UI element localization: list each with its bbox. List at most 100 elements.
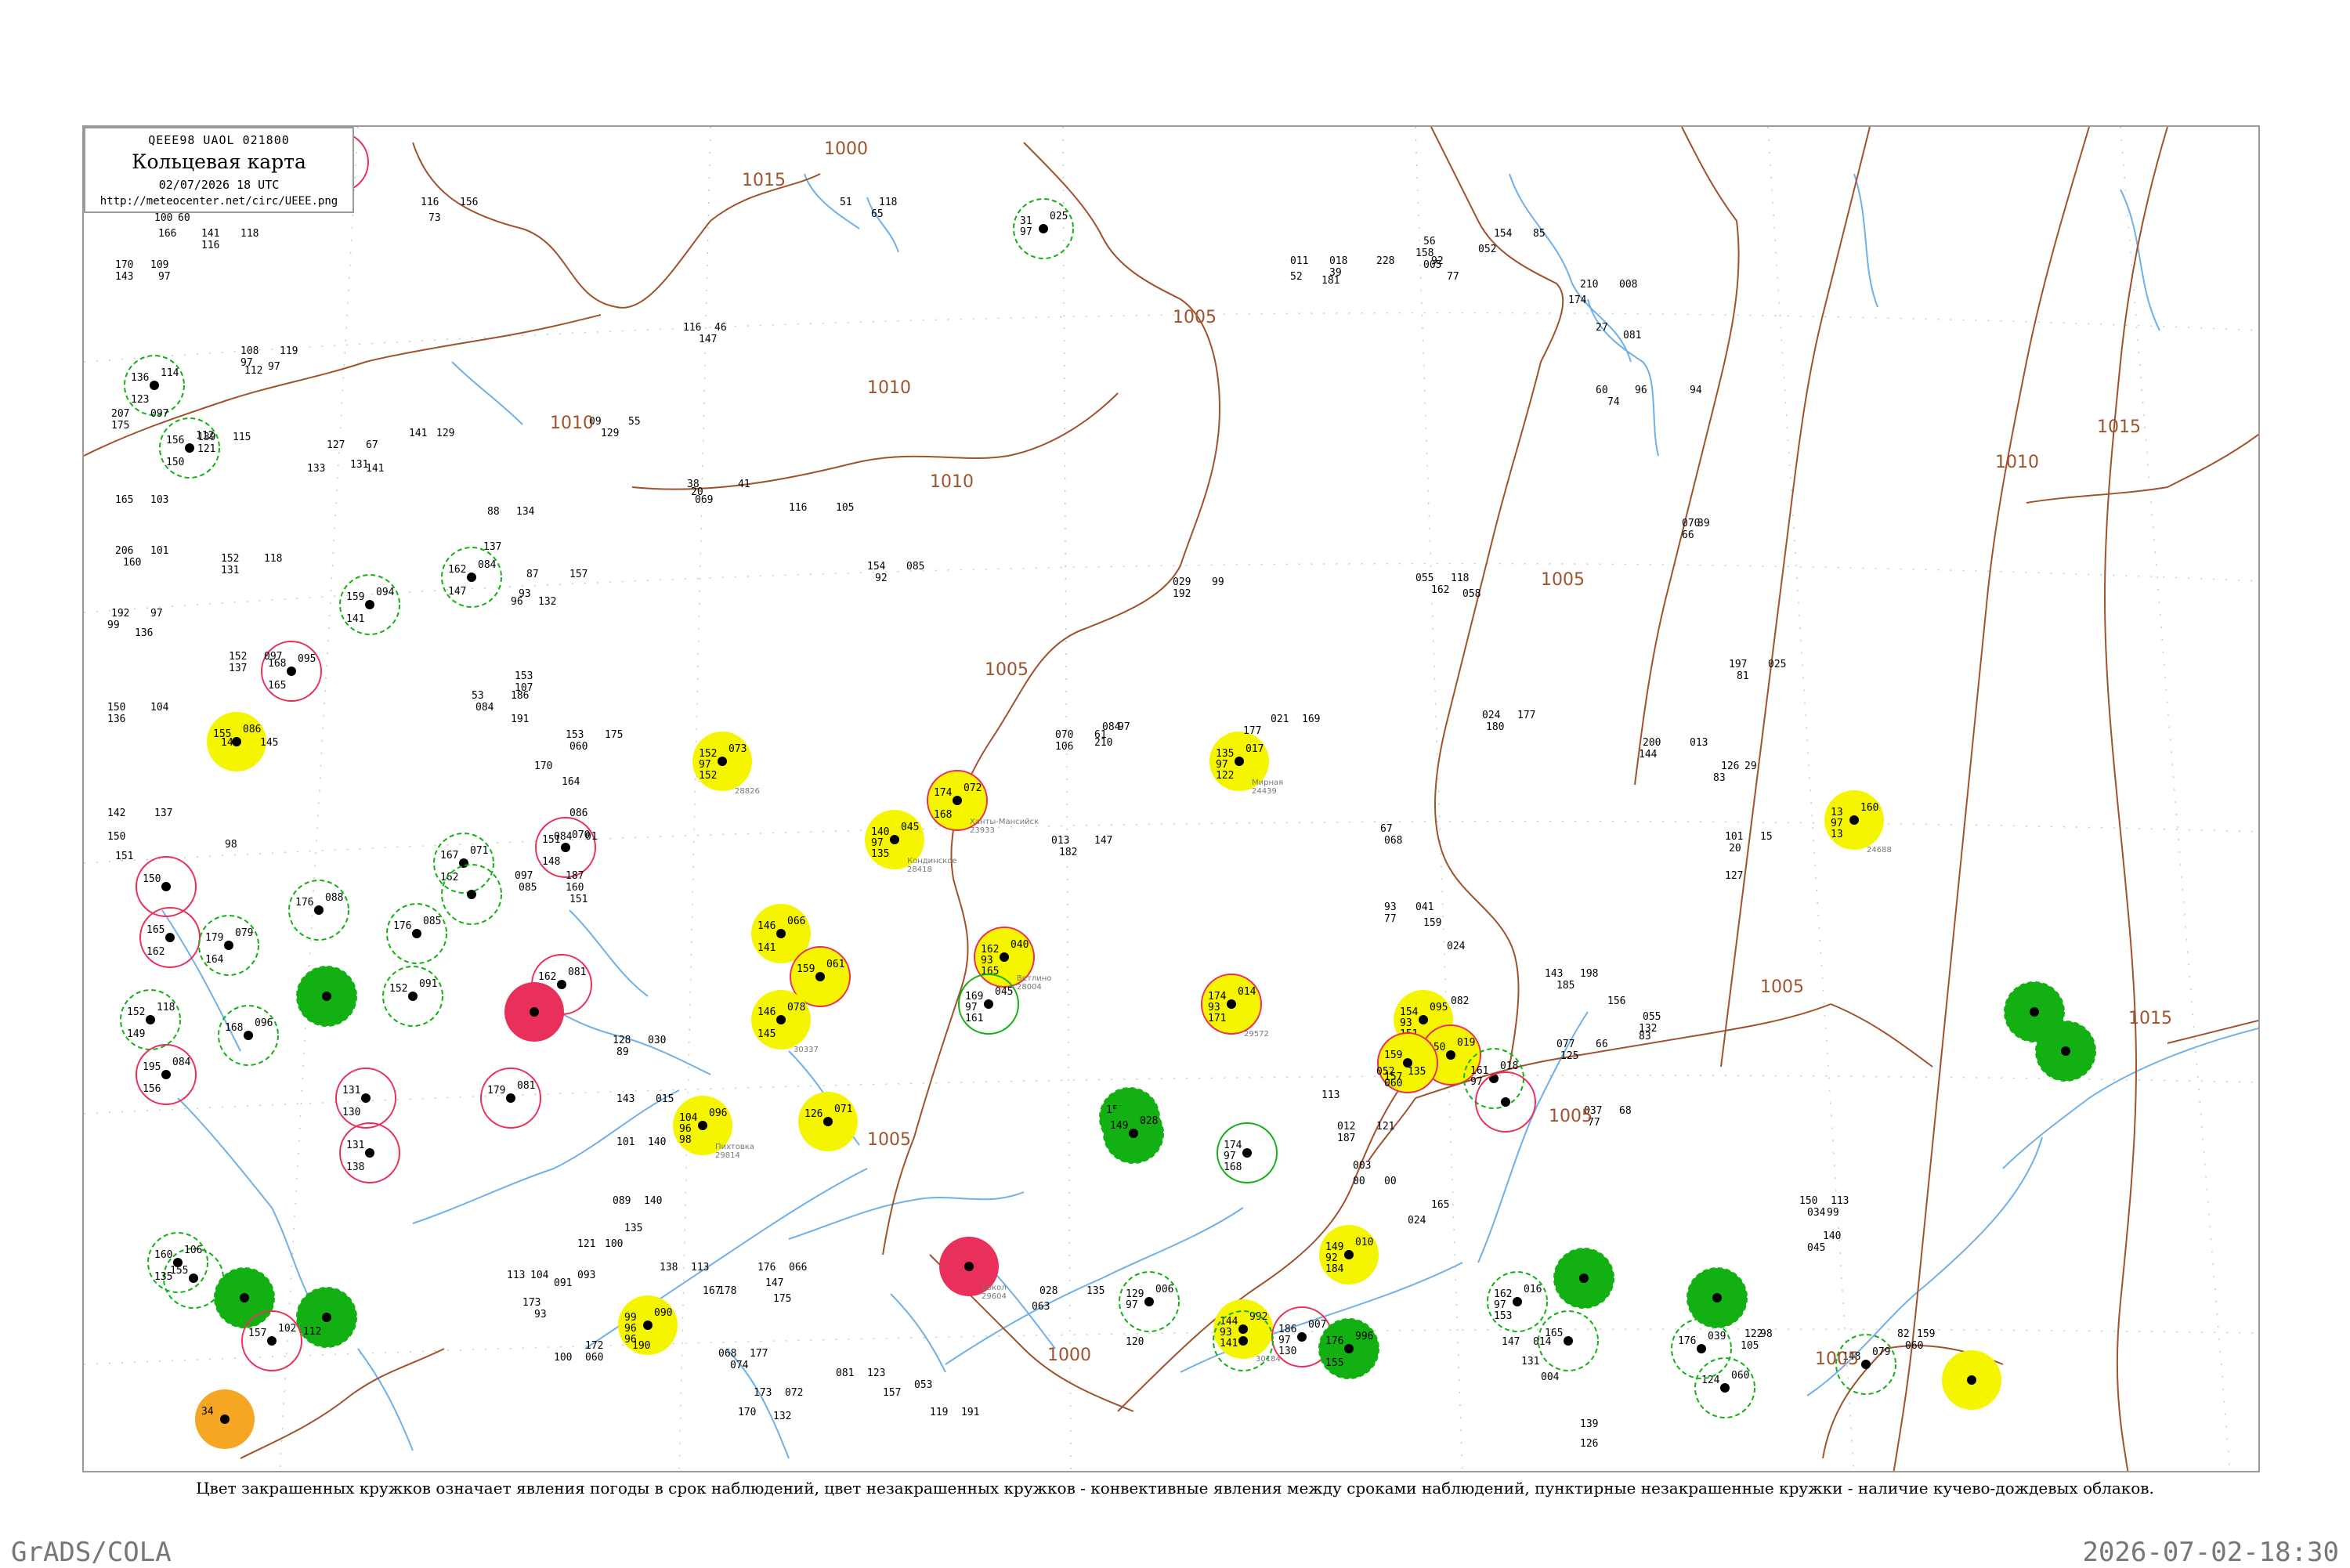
station-marker[interactable]: 13 160 9713 24688: [1824, 790, 1892, 854]
station-marker[interactable]: 144 9929314130184: [1213, 1299, 1281, 1364]
station-marker[interactable]: 131 130: [335, 1068, 396, 1129]
station-marker[interactable]: 17497168: [1217, 1122, 1278, 1183]
observation-value: 084: [554, 831, 573, 843]
observation-value: 228: [1376, 255, 1394, 267]
station-pressure: 084: [172, 1057, 191, 1068]
station-dot-icon: [408, 992, 418, 1001]
station-temperature: 13: [1831, 807, 1843, 818]
station-marker[interactable]: [2035, 1021, 2096, 1082]
station-dot-icon: [322, 992, 331, 1001]
observation-value: 98: [225, 839, 237, 851]
observation-value: 055: [1643, 1011, 1661, 1023]
station-marker[interactable]: 34: [195, 1389, 255, 1449]
map-source-url[interactable]: http://meteocenter.net/circ/UEEE.png: [85, 195, 352, 208]
station-marker[interactable]: 162 016 97153: [1487, 1271, 1548, 1332]
station-marker[interactable]: 174 072 168 Ханты-Мансийск23933: [927, 770, 1039, 835]
station-marker[interactable]: 179 079 164: [198, 915, 259, 976]
observation-value: 145: [260, 737, 278, 749]
station-marker[interactable]: [296, 966, 357, 1027]
observation-value: 96: [1635, 385, 1647, 396]
observation-value: 166: [158, 228, 176, 240]
station-dewpoint: 147: [448, 586, 466, 598]
observation-value: 013: [1051, 835, 1069, 847]
observation-value: 120: [1126, 1336, 1144, 1348]
station-marker[interactable]: 159 094 141: [339, 574, 400, 635]
station-marker[interactable]: 162 084 147: [441, 547, 502, 608]
station-marker[interactable]: 31 025 97: [1013, 198, 1074, 259]
observation-value: 77: [1384, 913, 1397, 925]
station-temperature: 156: [166, 435, 184, 446]
observation-value: 137: [154, 807, 172, 819]
observation-value: 177: [1243, 725, 1261, 737]
observation-value: 97: [158, 271, 171, 283]
observation-value: 063: [1032, 1301, 1050, 1313]
map-title-box: QEEE98 UAOL 021800 Кольцевая карта 02/07…: [84, 127, 354, 213]
station-marker[interactable]: [1553, 1248, 1614, 1309]
station-marker[interactable]: 152 118 149: [120, 989, 181, 1050]
station-marker[interactable]: 176 996 155: [1318, 1318, 1379, 1379]
station-marker[interactable]: 176 088: [288, 880, 349, 941]
station-temperature: 34: [201, 1406, 214, 1418]
station-dewpoint: 122: [1216, 770, 1234, 782]
observation-value: 139: [1580, 1418, 1598, 1430]
observation-value: 024: [1408, 1215, 1426, 1227]
observation-value: 92: [875, 573, 888, 584]
station-pressure: 114: [161, 367, 179, 379]
station-marker[interactable]: 129 006 97: [1119, 1271, 1180, 1332]
station-marker[interactable]: 131 138: [339, 1122, 400, 1183]
station-marker[interactable]: 157 102: [241, 1310, 302, 1371]
station-marker[interactable]: 104 096 9698 Пихтовка29814: [673, 1096, 754, 1160]
station-code: 23933: [970, 826, 995, 835]
station-temperature: 150: [143, 873, 161, 885]
station-dot-icon: [1344, 1344, 1354, 1353]
station-marker[interactable]: 126 071: [798, 1092, 858, 1151]
station-marker[interactable]: 162 04093165Ветлино28004: [974, 927, 1051, 992]
station-marker[interactable]: Сокол29604: [939, 1237, 1007, 1301]
station-marker[interactable]: 149 010 92184: [1319, 1225, 1379, 1284]
station-temperature: 169: [965, 991, 983, 1003]
observation-value: 150: [1799, 1195, 1817, 1207]
station-dot-icon: [1344, 1250, 1354, 1259]
station-dewpoint: 112: [303, 1326, 321, 1338]
station-marker[interactable]: 112: [296, 1287, 357, 1348]
station-dot-icon: [224, 941, 233, 950]
station-marker[interactable]: 135 017 97122 Мирная24439: [1209, 732, 1283, 796]
map-frame: 140 045 97 135 Кондинское 28418 174 072 168 Ханты…: [82, 125, 2260, 1472]
observation-value: 198: [1580, 968, 1598, 980]
observation-value: 003: [1353, 1160, 1371, 1172]
station-temperature: 161: [1470, 1065, 1488, 1077]
station-marker[interactable]: 179 081: [480, 1068, 541, 1129]
observation-value: 089: [613, 1195, 631, 1207]
station-pressure: 071: [834, 1104, 852, 1115]
station-marker[interactable]: 149 028: [1103, 1103, 1164, 1164]
station-marker[interactable]: [1475, 1071, 1536, 1133]
station-marker[interactable]: 160 106 135: [147, 1232, 208, 1293]
station-marker[interactable]: 152 091: [382, 966, 443, 1027]
station-marker[interactable]: [214, 1267, 275, 1328]
station-marker[interactable]: 151 070148: [535, 817, 596, 878]
station-pressure: 061: [826, 959, 844, 970]
station-marker[interactable]: 174 014 93171 29572: [1201, 974, 1269, 1039]
observation-value: 150: [107, 702, 125, 714]
station-marker[interactable]: 136 114 123: [124, 355, 185, 416]
station-visibility: 96: [624, 1323, 637, 1335]
station-marker[interactable]: 176 085: [386, 903, 447, 964]
observation-value: 172: [585, 1340, 603, 1352]
station-marker[interactable]: 168 096: [218, 1005, 279, 1066]
observation-value: 008: [1619, 279, 1637, 291]
station-marker[interactable]: 195 084 156: [136, 1044, 197, 1105]
station-marker[interactable]: 152 073 97152 28826: [692, 732, 760, 796]
observation-value: 101: [616, 1136, 634, 1148]
station-marker[interactable]: [504, 982, 564, 1042]
observation-value: 081: [1623, 330, 1641, 341]
observation-value: 156: [1607, 995, 1625, 1007]
station-marker[interactable]: [1942, 1350, 2001, 1410]
observation-value: 147: [1094, 835, 1112, 847]
station-visibility: 92: [1325, 1252, 1338, 1264]
observation-value: 94: [1690, 385, 1702, 396]
observation-value: 157: [883, 1387, 901, 1399]
station-code: 28418: [907, 865, 932, 874]
observation-value: 128: [613, 1035, 631, 1046]
observation-value: 136: [135, 627, 153, 639]
observation-value: 093: [577, 1270, 595, 1281]
